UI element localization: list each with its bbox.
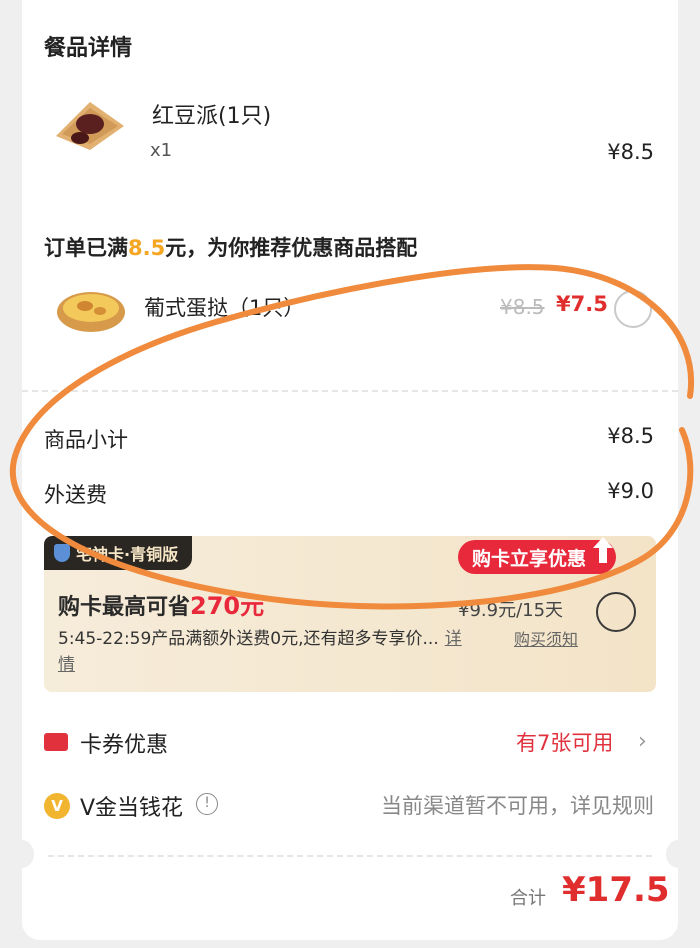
- total-value: ¥17.5: [562, 870, 670, 910]
- delivery-fee-value: ¥9.0: [607, 479, 654, 503]
- promo-headline: 购卡最高可省270元: [58, 586, 264, 621]
- recommend-title: 订单已满8.5元，为你推荐优惠商品搭配: [44, 232, 417, 262]
- order-card: 餐品详情 红豆派(1只) x1 ¥8.5 订单已满8.5元，为你推荐优惠商品搭配…: [10, 0, 690, 940]
- delivery-fee-label: 外送费: [44, 483, 107, 507]
- recommend-title-suffix: 元，为你推荐优惠商品搭配: [165, 236, 418, 260]
- membership-tag-label: 宅神卡·青铜版: [76, 545, 179, 564]
- membership-tag: 宅神卡·青铜版: [44, 536, 193, 570]
- subtotal-value: ¥8.5: [607, 424, 654, 448]
- membership-promo-card[interactable]: 宅神卡·青铜版 购卡立享优惠 购卡最高可省270元 ¥9.9元/15天 5:45…: [44, 536, 656, 692]
- item-price: ¥8.5: [607, 140, 654, 164]
- promo-description: 5:45-22:59产品满额外送费0元,还有超多专享价... 详情: [58, 626, 478, 678]
- promo-headline-prefix: 购卡最高可省: [58, 595, 191, 620]
- ticket-notch-left: [10, 840, 34, 868]
- subtotal-label: 商品小计: [44, 428, 128, 452]
- buy-card-badge-label: 购卡立享优惠: [472, 547, 587, 570]
- vgold-label: V金当钱花: [80, 796, 184, 821]
- recommend-title-prefix: 订单已满: [44, 236, 128, 260]
- item-quantity: x1: [150, 140, 173, 161]
- purchase-rules-link[interactable]: 购买须知: [514, 626, 578, 650]
- red-bean-pie-icon: [50, 96, 130, 154]
- divider: [22, 390, 678, 392]
- promo-price: ¥9.9元/15天: [458, 600, 564, 621]
- total-label: 合计: [510, 888, 546, 909]
- recommend-select-radio[interactable]: [614, 290, 652, 328]
- recommend-item-name[interactable]: 葡式蛋挞（1只）: [144, 292, 304, 322]
- recommend-discount-price: ¥7.5: [556, 292, 608, 316]
- item-name: 红豆派(1只): [152, 104, 272, 129]
- promo-headline-amount: 270元: [190, 592, 265, 620]
- vgold-note: 当前渠道暂不可用，详见规则: [381, 794, 654, 818]
- section-title: 餐品详情: [44, 36, 133, 61]
- v-coin-icon: V: [44, 793, 70, 819]
- coupon-available[interactable]: 有7张可用: [516, 727, 613, 757]
- recommend-original-price: ¥8.5: [500, 295, 545, 319]
- coupon-label[interactable]: 卡券优惠: [80, 727, 168, 759]
- egg-tart-icon: [52, 282, 130, 340]
- shield-icon: [54, 544, 70, 562]
- recommend-title-amount: 8.5: [128, 236, 166, 260]
- arrow-up-icon: [593, 537, 614, 563]
- ticket-icon: [44, 733, 68, 751]
- buy-card-badge[interactable]: 购卡立享优惠: [458, 537, 617, 574]
- chevron-right-icon[interactable]: ›: [638, 729, 647, 754]
- ticket-notch-right: [666, 840, 690, 868]
- divider-bottom: [48, 855, 652, 857]
- info-icon[interactable]: !: [196, 793, 218, 815]
- promo-select-radio[interactable]: [596, 592, 636, 632]
- promo-description-text: 5:45-22:59产品满额外送费0元,还有超多专享价...: [58, 629, 439, 649]
